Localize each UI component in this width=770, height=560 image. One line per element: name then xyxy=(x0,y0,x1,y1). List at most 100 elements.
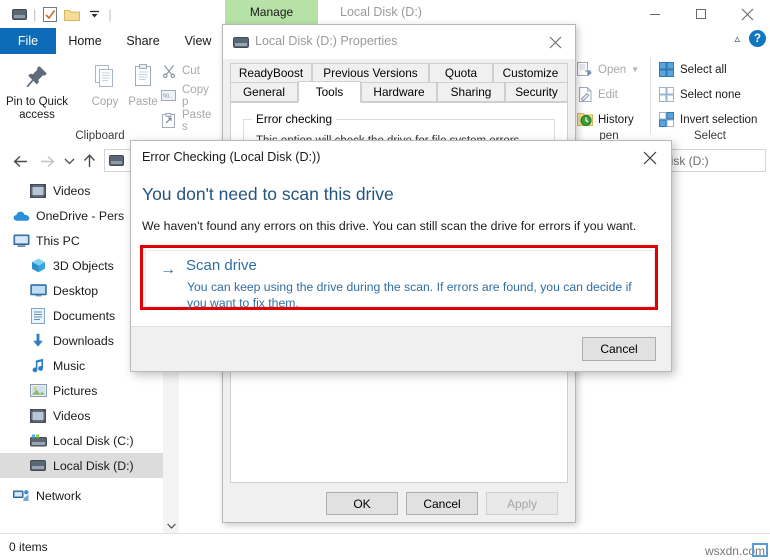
cut-label: Cut xyxy=(182,64,200,77)
cancel-button[interactable]: Cancel xyxy=(582,337,656,361)
window-controls xyxy=(632,0,770,28)
invert-selection-icon xyxy=(658,111,675,128)
nav-item-network[interactable]: Network xyxy=(0,483,163,508)
close-icon[interactable] xyxy=(535,25,575,59)
tab-hardware[interactable]: Hardware xyxy=(361,82,437,102)
tab-sharing[interactable]: Sharing xyxy=(437,82,505,102)
copy-path-button[interactable]: \\\\.. Copy p xyxy=(160,83,215,108)
history-button[interactable]: History xyxy=(576,109,634,130)
up-arrow-icon[interactable] xyxy=(78,150,100,172)
select-all-button[interactable]: Select all xyxy=(658,59,727,80)
ok-button[interactable]: OK xyxy=(326,492,398,515)
open-dropdown-chevron-icon[interactable]: ▼ xyxy=(631,65,639,74)
close-icon[interactable] xyxy=(724,0,770,28)
documents-icon xyxy=(29,307,47,325)
group-separator-select xyxy=(650,58,651,134)
quick-access-toolbar: | | xyxy=(8,3,115,25)
edit-button[interactable]: Edit xyxy=(576,84,618,105)
right-arrow-icon: → xyxy=(160,261,176,278)
select-all-icon xyxy=(658,61,675,78)
tab-view[interactable]: View xyxy=(172,28,224,54)
manage-contextual-tab[interactable]: Manage xyxy=(225,0,318,24)
customize-qat-chevron-icon[interactable] xyxy=(83,3,105,25)
nav-label: Local Disk (D:) xyxy=(53,458,134,473)
tab-home[interactable]: Home xyxy=(56,28,114,54)
scan-drive-label: Scan drive xyxy=(186,257,257,274)
drive-icon[interactable] xyxy=(8,3,30,25)
collapse-ribbon-chevron-icon[interactable]: ▵ xyxy=(734,32,740,45)
minimize-icon[interactable] xyxy=(632,0,678,28)
recent-locations-chevron-icon[interactable] xyxy=(58,150,80,172)
onedrive-cloud-icon xyxy=(12,207,30,225)
qat-separator-2: | xyxy=(108,6,112,22)
properties-tab-strip: ReadyBoost Previous Versions Quota Custo… xyxy=(230,63,568,103)
close-icon[interactable] xyxy=(629,141,671,175)
local-disk-d-icon xyxy=(29,457,47,475)
tab-file[interactable]: File xyxy=(0,28,56,54)
help-icon[interactable]: ? xyxy=(749,30,766,47)
history-label: History xyxy=(598,113,634,126)
invert-selection-button[interactable]: Invert selection xyxy=(658,109,757,130)
tab-share[interactable]: Share xyxy=(114,28,172,54)
tab-customize[interactable]: Customize xyxy=(493,63,568,83)
ribbon-group-open: Open ▼ Edit History pen xyxy=(568,54,650,144)
pin-to-quick-access-button[interactable]: Pin to Quick access xyxy=(4,58,70,122)
invert-selection-label: Invert selection xyxy=(680,113,758,126)
nav-item-videos[interactable]: Videos xyxy=(0,403,163,428)
error-checking-title-bar: Error Checking (Local Disk (D:)) xyxy=(131,141,671,175)
nav-label: Documents xyxy=(53,308,116,323)
nav-item-pictures[interactable]: Pictures xyxy=(0,378,163,403)
status-bar: 0 items xyxy=(0,533,770,560)
error-checking-dialog: Error Checking (Local Disk (D:)) You don… xyxy=(130,140,672,372)
qat-separator-1: | xyxy=(33,6,37,22)
ribbon-group-select: Select all Select none Invert selection … xyxy=(650,54,770,144)
scrollbar-down-arrow-icon[interactable] xyxy=(163,517,179,534)
select-all-label: Select all xyxy=(680,63,727,76)
svg-text:\\\\..: \\\\.. xyxy=(163,94,173,100)
nav-label: Music xyxy=(53,358,86,373)
tab-quota[interactable]: Quota xyxy=(429,63,493,83)
copy-path-label: Copy p xyxy=(182,83,209,108)
open-label: Open xyxy=(598,63,627,76)
properties-icon[interactable] xyxy=(39,3,61,25)
pictures-icon xyxy=(29,382,47,400)
tab-security[interactable]: Security xyxy=(505,82,568,102)
cut-button[interactable]: Cut xyxy=(160,60,200,81)
back-arrow-icon[interactable] xyxy=(9,150,31,172)
desktop-icon xyxy=(29,282,47,300)
scissors-icon xyxy=(160,62,177,79)
error-checking-footer: Cancel xyxy=(131,326,671,371)
tab-previous-versions[interactable]: Previous Versions xyxy=(312,63,429,83)
nav-item-local-disk-c[interactable]: Local Disk (C:) xyxy=(0,428,163,453)
copy-path-icon: \\\\.. xyxy=(160,87,177,104)
scan-drive-highlight: → Scan drive You can keep using the driv… xyxy=(140,245,658,310)
forward-arrow-icon[interactable] xyxy=(36,150,58,172)
cancel-button[interactable]: Cancel xyxy=(406,492,478,515)
properties-title: Local Disk (D:) Properties xyxy=(255,34,398,48)
paste-shortcut-button[interactable]: Paste s xyxy=(160,109,215,133)
search-input[interactable]: Disk (D:) xyxy=(656,149,766,172)
pin-label-line1: Pin to Quick xyxy=(6,96,68,108)
select-none-button[interactable]: Select none xyxy=(658,84,741,105)
scan-drive-command-link[interactable]: → Scan drive You can keep using the driv… xyxy=(145,250,655,310)
tab-tools[interactable]: Tools xyxy=(298,81,361,103)
scan-drive-description: You can keep using the drive during the … xyxy=(187,280,632,310)
this-pc-icon xyxy=(12,232,30,250)
ribbon-group-clipboard: Pin to Quick access Copy Paste Cut \\\\.… xyxy=(0,54,215,144)
pin-icon xyxy=(4,58,70,94)
new-folder-icon[interactable] xyxy=(61,3,83,25)
properties-title-bar: Local Disk (D:) Properties xyxy=(223,25,575,59)
videos-folder-icon xyxy=(29,407,47,425)
properties-button-row: OK Cancel Apply xyxy=(223,484,575,522)
history-icon xyxy=(576,111,593,128)
drive-icon xyxy=(232,34,249,51)
3d-objects-icon xyxy=(29,257,47,275)
tab-readyboost[interactable]: ReadyBoost xyxy=(230,63,312,83)
nav-item-local-disk-d[interactable]: Local Disk (D:) xyxy=(0,453,163,478)
nav-label: Desktop xyxy=(53,283,99,298)
maximize-icon[interactable] xyxy=(678,0,724,28)
open-button[interactable]: Open ▼ xyxy=(576,59,639,80)
tab-general[interactable]: General xyxy=(230,82,298,102)
pin-label-line2: access xyxy=(19,109,55,121)
error-checking-group-title: Error checking xyxy=(252,112,337,126)
